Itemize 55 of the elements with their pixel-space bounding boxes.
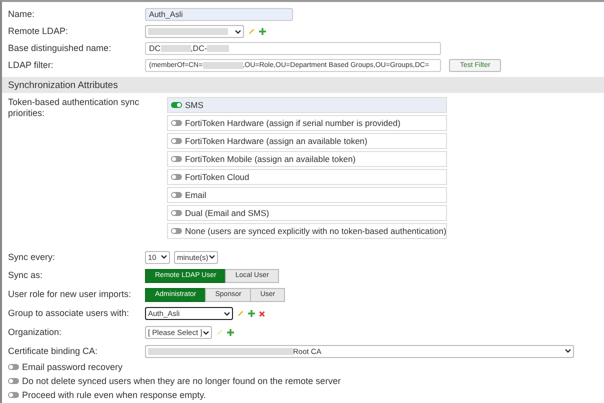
delete-icon[interactable] (259, 310, 265, 316)
toggle-switch[interactable] (171, 156, 182, 162)
option-label: Do not delete synced users when they are no longer found on the remote server (22, 376, 341, 386)
field-label: Group to associate users with: (8, 308, 130, 319)
toggle-switch[interactable] (8, 378, 19, 384)
plus-icon[interactable] (259, 28, 266, 35)
field-label: Organization: (8, 327, 63, 338)
toggle-switch[interactable] (171, 228, 182, 234)
toggle-switch[interactable] (8, 364, 19, 370)
option-label: Proceed with rule even when response empty. (22, 390, 206, 400)
field-text: DC (149, 44, 161, 53)
toggle-switch[interactable] (171, 120, 182, 126)
pencil-icon (216, 329, 223, 336)
dn-field[interactable]: DC ,DC- (145, 42, 441, 55)
toggle-switch[interactable] (171, 174, 182, 180)
priority-item[interactable]: FortiToken Cloud (167, 169, 447, 185)
toggle-switch[interactable] (171, 192, 182, 198)
option-label: Email password recovery (22, 362, 123, 372)
field-label: Token-based authentication sync priorities: (8, 97, 140, 119)
pencil-icon[interactable] (237, 310, 244, 317)
plus-icon[interactable] (248, 310, 255, 317)
section-header: Synchronization Attributes (2, 77, 604, 93)
toggle-switch[interactable] (171, 138, 182, 144)
toggle-switch[interactable] (171, 102, 182, 108)
priority-item[interactable]: Email (167, 187, 447, 203)
caret-icon (209, 255, 215, 259)
caret-icon (224, 312, 230, 316)
caret-icon (235, 30, 241, 34)
field-label: Remote LDAP: (8, 26, 70, 37)
field-label: Name: (8, 9, 36, 20)
redacted-block (207, 45, 230, 52)
name-field[interactable]: Auth_Asli (145, 8, 293, 21)
caret-icon (161, 255, 167, 259)
redacted-block (160, 45, 191, 52)
field-label: Sync as: (8, 270, 44, 281)
ldap-select[interactable] (145, 25, 244, 38)
priority-item[interactable]: SMS (167, 97, 447, 113)
redacted-block (202, 62, 243, 69)
priority-item[interactable]: None (users are synced explicitly with no token-based authentication) (167, 223, 447, 239)
field-label: LDAP filter: (8, 60, 54, 71)
field-text: ,DC- (190, 44, 208, 53)
field-label: User role for new user imports: (8, 289, 132, 300)
plus-icon[interactable] (227, 329, 234, 336)
priority-item[interactable]: FortiToken Hardware (assign if serial number is provided) (167, 115, 447, 131)
pencil-icon[interactable] (248, 28, 255, 35)
caret-icon (565, 349, 571, 353)
field-label: Base distinguished name: (8, 43, 112, 54)
field-label: Sync every: (8, 252, 56, 262)
caret-icon (203, 330, 209, 334)
priority-item[interactable]: Dual (Email and SMS) (167, 205, 447, 221)
toggle-switch[interactable] (8, 392, 19, 398)
field-label: Certificate binding CA: (8, 346, 99, 356)
toggle-switch[interactable] (171, 210, 182, 216)
priority-item[interactable]: FortiToken Mobile (assign an available token) (167, 151, 447, 167)
priority-item[interactable]: FortiToken Hardware (assign an available token) (167, 133, 447, 149)
